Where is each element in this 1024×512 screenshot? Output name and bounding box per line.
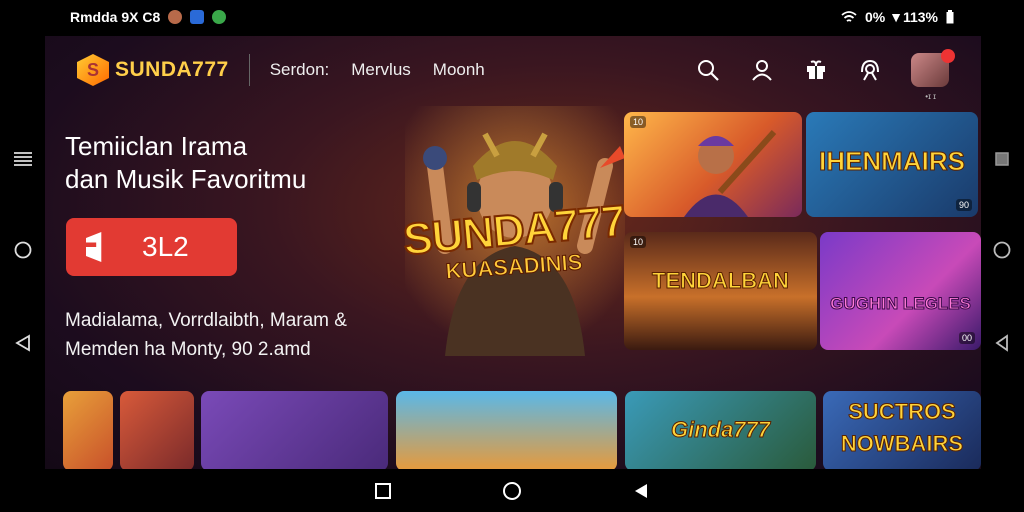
wifi-icon bbox=[841, 11, 857, 22]
nav-item-1[interactable]: Serdon: bbox=[270, 60, 330, 80]
hero-desc-line-1: Madialama, Vorrdlaibth, Maram & bbox=[65, 310, 347, 331]
hero-desc-line-2: Memden ha Monty, 90 2.amd bbox=[65, 339, 311, 360]
card-art bbox=[684, 129, 777, 217]
search-icon[interactable] bbox=[695, 57, 721, 83]
bottom-card-3[interactable] bbox=[201, 391, 388, 469]
user-icon[interactable] bbox=[749, 57, 775, 83]
card-badge: 10 bbox=[630, 236, 647, 248]
app-notification-icon-3 bbox=[212, 10, 227, 24]
cta-button[interactable]: 3L2 bbox=[66, 218, 237, 276]
home-icon[interactable] bbox=[13, 240, 33, 260]
game-card-4[interactable]: GUGHIN LEGLES 00 bbox=[820, 232, 981, 350]
notification-dot bbox=[941, 49, 955, 63]
bottom-card-4[interactable] bbox=[396, 391, 617, 469]
home-icon-right[interactable] bbox=[992, 240, 1012, 260]
game-card-1[interactable]: 10 bbox=[624, 112, 802, 217]
hero-game-logo: SUNDA777 KUASADINIS bbox=[383, 195, 645, 326]
brand-logo[interactable]: S SUNDA777 bbox=[77, 54, 229, 86]
back-icon-right[interactable] bbox=[992, 333, 1012, 353]
logo-icon: S bbox=[77, 54, 109, 86]
game-card-2[interactable]: IHENMAIRS 90 bbox=[806, 112, 978, 217]
logo-text: SUNDA777 bbox=[115, 58, 229, 81]
recents-icon[interactable] bbox=[994, 151, 1010, 167]
hero-title-line-1: Temiiclan Irama bbox=[65, 131, 248, 161]
avatar[interactable] bbox=[911, 49, 955, 87]
hero-title: Temiiclan Irama dan Musik Favoritmu bbox=[65, 130, 365, 196]
support-icon[interactable] bbox=[857, 57, 883, 83]
card-title: TENDALBAN bbox=[652, 268, 790, 294]
app-screen: S SUNDA777 Serdon: Mervlus Moonh •ɪ ɪ Te… bbox=[45, 36, 981, 469]
header-divider bbox=[248, 54, 250, 86]
status-right-text: 0% ▼113% bbox=[864, 9, 938, 25]
status-bar: Rmdda 9X C8 0% ▼113% bbox=[0, 0, 1024, 34]
avatar-label: •ɪ ɪ bbox=[925, 92, 936, 101]
status-left-text: Rmdda 9X C8 bbox=[70, 9, 161, 25]
bottom-card-1[interactable] bbox=[63, 391, 113, 469]
cta-icon bbox=[86, 232, 102, 262]
card-title: GUGHIN LEGLES bbox=[830, 294, 972, 314]
battery-icon bbox=[946, 10, 954, 24]
back-button-icon[interactable] bbox=[632, 482, 650, 500]
main-nav: Serdon: Mervlus Moonh bbox=[270, 60, 485, 80]
header-actions bbox=[695, 49, 955, 87]
game-card-3[interactable]: 10 TENDALBAN bbox=[624, 232, 817, 350]
bottom-card-5[interactable]: Ginda777 bbox=[625, 391, 816, 469]
card-title-line-2: NOWBAIRS bbox=[840, 431, 964, 457]
top-bar: S SUNDA777 Serdon: Mervlus Moonh •ɪ ɪ bbox=[45, 36, 981, 104]
back-icon[interactable] bbox=[13, 333, 33, 353]
menu-icon[interactable] bbox=[13, 151, 33, 167]
home-button-icon[interactable] bbox=[502, 481, 522, 501]
nav-item-2[interactable]: Mervlus bbox=[351, 60, 411, 80]
right-nav-rail bbox=[979, 34, 1024, 470]
bottom-card-2[interactable] bbox=[120, 391, 194, 469]
left-nav-rail bbox=[0, 34, 45, 470]
app-notification-icon bbox=[168, 10, 183, 24]
hero-title-line-2: dan Musik Favoritmu bbox=[65, 164, 307, 194]
nav-item-3[interactable]: Moonh bbox=[433, 60, 485, 80]
card-badge: 90 bbox=[955, 199, 972, 211]
card-title-line-1: SUCTROS bbox=[848, 399, 957, 425]
card-badge: 10 bbox=[630, 116, 647, 128]
recents-button-icon[interactable] bbox=[374, 482, 392, 500]
card-title: Ginda777 bbox=[670, 417, 771, 443]
card-title: IHENMAIRS bbox=[819, 146, 966, 177]
card-badge: 00 bbox=[958, 332, 975, 344]
system-navigation-bar bbox=[0, 470, 1024, 512]
bottom-card-6[interactable]: SUCTROS NOWBAIRS bbox=[823, 391, 981, 469]
cta-label: 3L2 bbox=[142, 231, 189, 262]
app-notification-icon-2 bbox=[190, 10, 205, 24]
gift-icon[interactable] bbox=[803, 57, 829, 83]
hero-description: Madialama, Vorrdlaibth, Maram & Memden h… bbox=[65, 306, 385, 364]
